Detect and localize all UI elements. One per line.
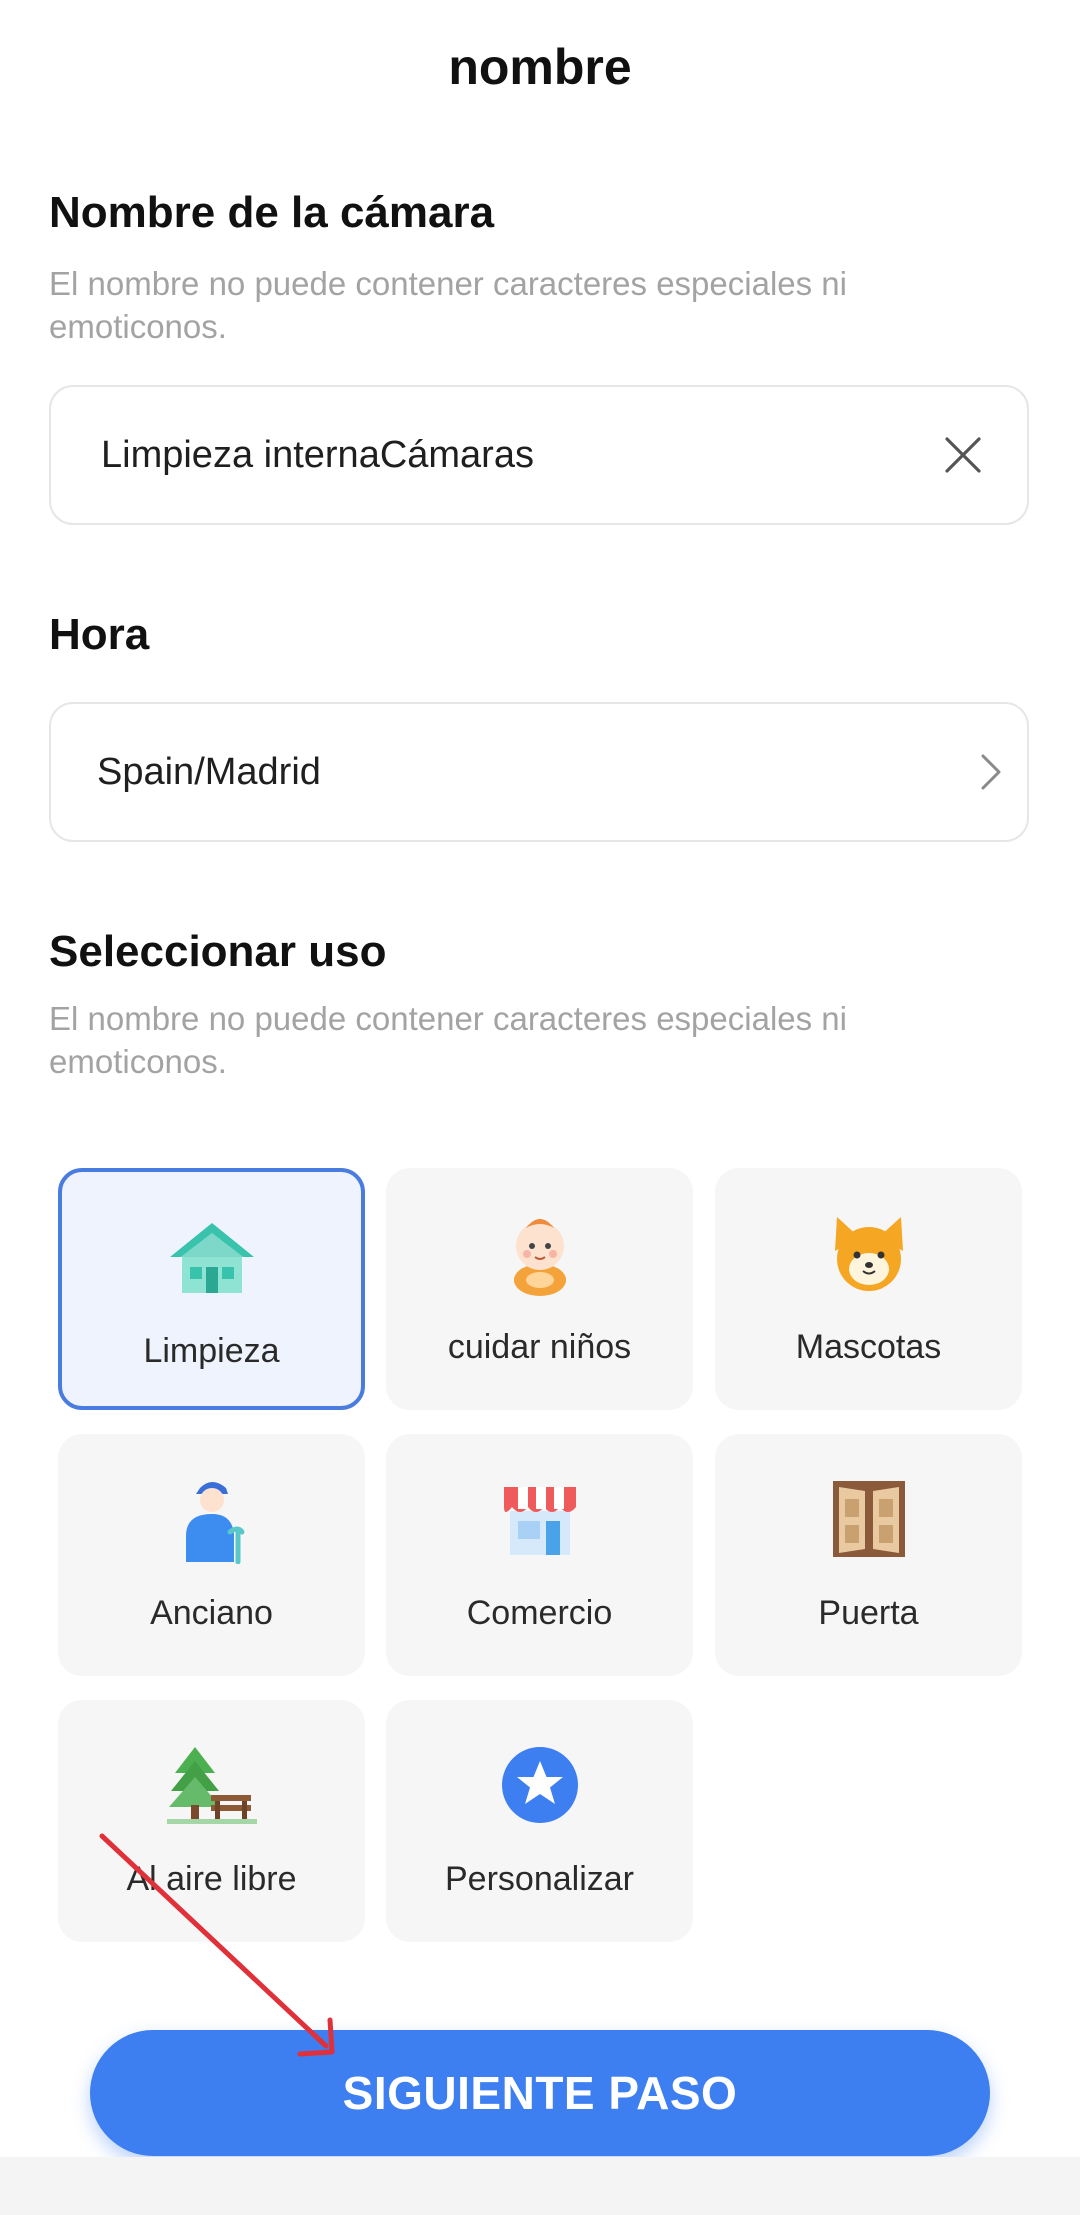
usage-option-personalizar[interactable]: Personalizar	[386, 1700, 693, 1942]
elderly-icon	[58, 1474, 365, 1564]
camera-name-field[interactable]: Limpieza internaCámaras	[49, 385, 1029, 525]
usage-option-anciano[interactable]: Anciano	[58, 1434, 365, 1676]
usage-option-label: Puerta	[818, 1594, 919, 1632]
usage-option-label: Limpieza	[143, 1332, 280, 1370]
next-step-button[interactable]: SIGUIENTE PASO	[90, 2030, 990, 2156]
usage-option-limpieza[interactable]: Limpieza	[58, 1168, 365, 1410]
timezone-value: Spain/Madrid	[97, 751, 321, 793]
usage-option-label: Anciano	[150, 1594, 273, 1632]
camera-name-input[interactable]: Limpieza internaCámaras	[101, 387, 534, 523]
usage-hint: El nombre no puede contener caracteres e…	[49, 1000, 847, 1080]
usage-option-label: Mascotas	[795, 1328, 942, 1366]
usage-grid: Limpieza cuidar niños Mascotas Anciano C…	[58, 1168, 1022, 1948]
store-icon	[386, 1474, 693, 1564]
usage-heading: Seleccionar uso	[49, 927, 387, 976]
door-icon	[715, 1474, 1022, 1564]
usage-option-al-aire-libre[interactable]: Al aire libre	[58, 1700, 365, 1942]
usage-option-label: cuidar niños	[447, 1328, 632, 1366]
page-title: nombre	[448, 39, 632, 95]
timezone-selector[interactable]: Spain/Madrid	[49, 702, 1029, 842]
usage-option-comercio[interactable]: Comercio	[386, 1434, 693, 1676]
baby-icon	[386, 1208, 693, 1298]
outdoor-icon	[58, 1740, 365, 1830]
usage-option-cuidar-ninos[interactable]: cuidar niños	[386, 1168, 693, 1410]
time-heading: Hora	[49, 610, 150, 659]
usage-option-label: Comercio	[466, 1594, 613, 1632]
camera-name-heading: Nombre de la cámara	[49, 188, 495, 237]
usage-option-puerta[interactable]: Puerta	[715, 1434, 1022, 1676]
chevron-right-icon	[971, 704, 1011, 840]
camera-name-hint: El nombre no puede contener caracteres e…	[49, 265, 847, 345]
pet-icon	[715, 1208, 1022, 1298]
star-icon	[386, 1740, 693, 1830]
usage-option-label: Personalizar	[445, 1860, 634, 1898]
usage-option-label: Al aire libre	[126, 1860, 297, 1898]
usage-option-mascotas[interactable]: Mascotas	[715, 1168, 1022, 1410]
close-icon[interactable]	[931, 387, 995, 523]
house-icon	[62, 1212, 361, 1302]
bottom-bar	[0, 2157, 1080, 2215]
